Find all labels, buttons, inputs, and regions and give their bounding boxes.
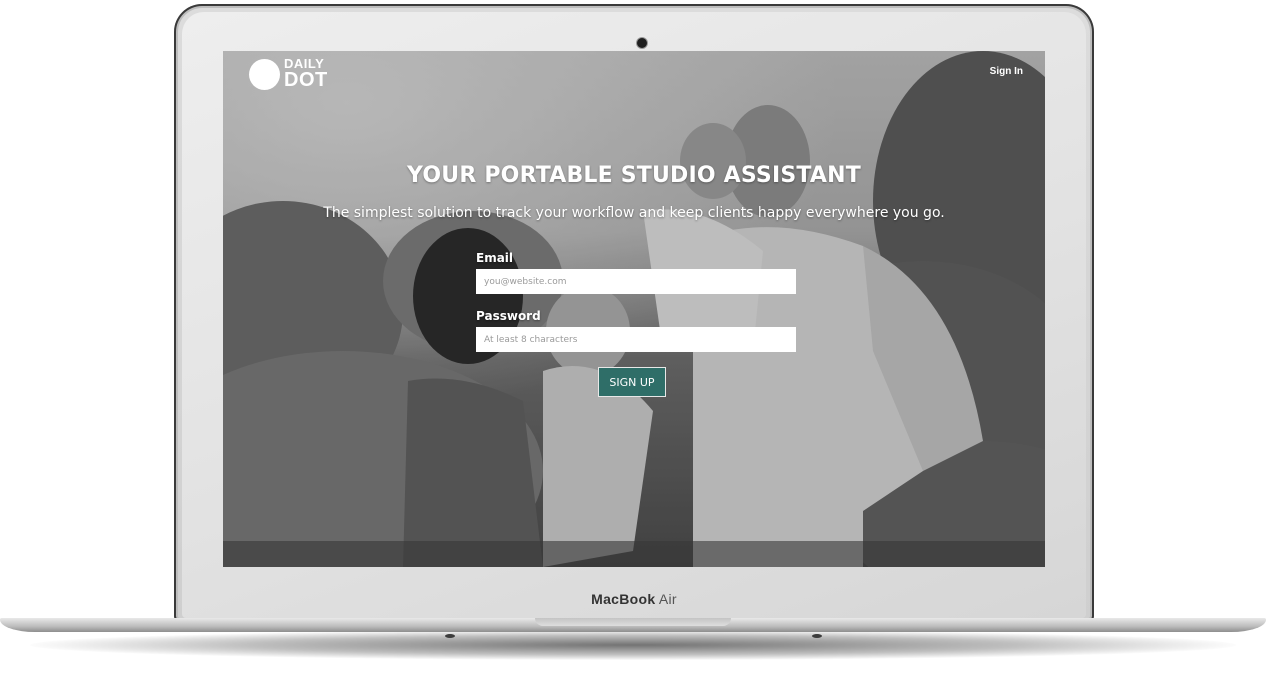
device-brand: MacBook Air: [182, 591, 1086, 607]
hero-subheadline: The simplest solution to track your work…: [323, 205, 945, 221]
camera-icon: [637, 38, 647, 48]
logo-wordmark: DAILY DOT: [284, 57, 328, 90]
logo-text-bottom: DOT: [284, 69, 328, 91]
laptop-notch: [535, 618, 731, 626]
logo-dot-icon: [249, 59, 280, 90]
signup-form: Email Password SIGN UP: [476, 251, 796, 397]
sign-in-link[interactable]: Sign In: [990, 66, 1023, 77]
laptop-shadow: [30, 630, 1236, 660]
email-field[interactable]: [476, 269, 796, 294]
device-brand-bold: MacBook: [591, 591, 656, 607]
sign-up-button[interactable]: SIGN UP: [598, 367, 666, 397]
laptop-foot: [445, 634, 455, 638]
hero-headline: YOUR PORTABLE STUDIO ASSISTANT: [407, 163, 861, 188]
logo[interactable]: DAILY DOT: [249, 57, 328, 90]
email-label: Email: [476, 251, 514, 265]
password-label: Password: [476, 309, 541, 323]
device-brand-light: Air: [658, 591, 677, 607]
password-field[interactable]: [476, 327, 796, 352]
laptop-mockup: MacBook Air DAILY DOT Sign In YOUR PORTA…: [0, 0, 1266, 673]
laptop-foot: [812, 634, 822, 638]
screen: DAILY DOT Sign In YOUR PORTABLE STUDIO A…: [223, 51, 1045, 567]
